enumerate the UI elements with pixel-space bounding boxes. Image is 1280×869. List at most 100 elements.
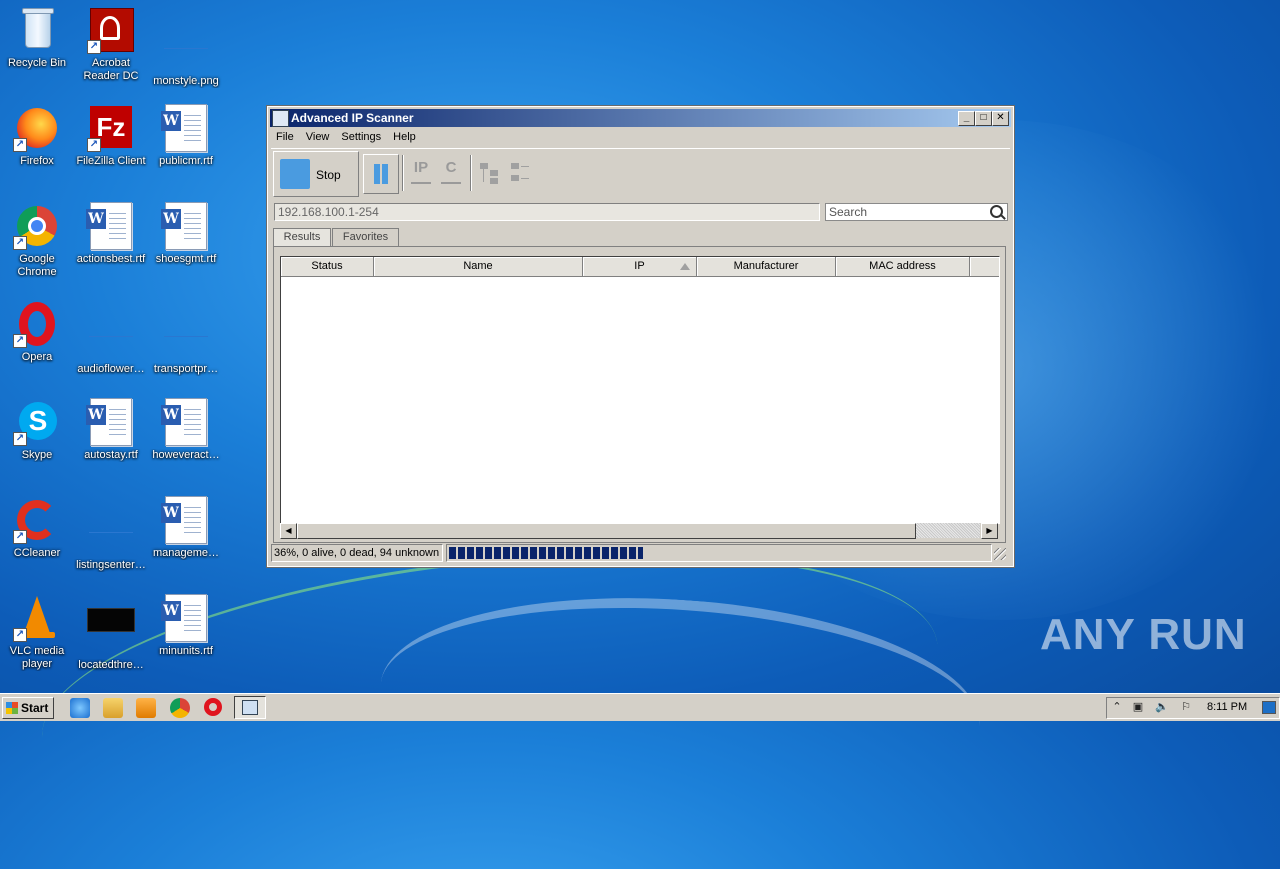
action-center-flag-icon[interactable]: ⚐ bbox=[1179, 701, 1193, 713]
desktop-icon-label: howeveract… bbox=[152, 449, 220, 461]
shortcut-arrow-icon: ↗ bbox=[87, 40, 101, 54]
stop-button-label: Stop bbox=[316, 168, 341, 182]
start-button[interactable]: Start bbox=[2, 697, 54, 719]
menu-help[interactable]: Help bbox=[387, 129, 422, 143]
menu-settings[interactable]: Settings bbox=[335, 129, 387, 143]
desktop-icon-listingsenter[interactable]: listingsenter… bbox=[74, 496, 148, 572]
desktop-icon-shoesgmt[interactable]: W shoesgmt.rtf bbox=[149, 202, 223, 266]
start-label: Start bbox=[21, 701, 49, 715]
desktop-icon-recycle-bin[interactable]: Recycle Bin bbox=[0, 6, 74, 70]
pause-button[interactable] bbox=[363, 154, 399, 194]
desktop-icon-label: Skype bbox=[21, 449, 53, 461]
column-header-status[interactable]: Status bbox=[281, 257, 374, 277]
collapse-all-icon[interactable] bbox=[509, 161, 531, 185]
desktop-icon-firefox[interactable]: ↗ Firefox bbox=[0, 104, 74, 168]
toolbar-separator bbox=[402, 155, 403, 191]
desktop-icon-minunits[interactable]: W minunits.rtf bbox=[149, 594, 223, 658]
word-document-icon: W bbox=[161, 594, 210, 642]
close-button[interactable]: ✕ bbox=[992, 111, 1009, 126]
scroll-left-icon[interactable]: ◀ bbox=[280, 523, 297, 539]
desktop-icon-transportpr[interactable]: transportpr… bbox=[149, 300, 223, 376]
system-tray: ⌃ ▣ 🔈 ⚐ 8:11 PM bbox=[1106, 697, 1280, 719]
horizontal-scrollbar[interactable]: ◀ ▶ bbox=[280, 523, 998, 539]
word-document-icon: W bbox=[161, 398, 210, 446]
desktop-icon-ccleaner[interactable]: ↗ CCleaner bbox=[0, 496, 74, 560]
word-document-icon: W bbox=[86, 398, 135, 446]
column-header-ip-label: IP bbox=[634, 260, 645, 272]
c-icon: C bbox=[445, 159, 457, 176]
maximize-button[interactable]: □ bbox=[975, 111, 992, 126]
vlc-cone-icon: ↗ bbox=[13, 594, 61, 642]
shortcut-arrow-icon: ↗ bbox=[13, 628, 27, 642]
scrollbar-thumb[interactable] bbox=[297, 523, 916, 539]
desktop-icon-autostay[interactable]: W autostay.rtf bbox=[74, 398, 148, 462]
menu-view[interactable]: View bbox=[300, 129, 336, 143]
tab-favorites[interactable]: Favorites bbox=[332, 228, 399, 247]
firefox-icon: ↗ bbox=[13, 104, 61, 152]
image-file-icon bbox=[162, 24, 210, 72]
opera-taskbar-icon[interactable] bbox=[204, 698, 222, 716]
toolbar: Stop IP C bbox=[271, 148, 1010, 199]
desktop-icon-label: publicmr.rtf bbox=[159, 155, 213, 167]
desktop-icon-audioflower[interactable]: audioflower… bbox=[74, 300, 148, 376]
media-player-icon[interactable] bbox=[136, 698, 156, 718]
desktop-icon-manageme[interactable]: W manageme… bbox=[149, 496, 223, 560]
desktop-icon-filezilla[interactable]: Fz ↗ FileZilla Client bbox=[74, 104, 148, 168]
status-bar: 36%, 0 alive, 0 dead, 94 unknown bbox=[271, 544, 1008, 562]
internet-explorer-icon[interactable] bbox=[70, 698, 90, 718]
desktop-icon-label: Recycle Bin bbox=[7, 57, 67, 69]
column-header-ip[interactable]: IP bbox=[583, 257, 697, 277]
taskbar: Start ⌃ ▣ 🔈 ⚐ 8:11 PM bbox=[0, 693, 1280, 721]
search-icon[interactable] bbox=[990, 205, 1003, 218]
desktop-icon-skype[interactable]: S ↗ Skype bbox=[0, 398, 74, 462]
desktop-icon-locatedthre[interactable]: locatedthre… bbox=[74, 594, 148, 672]
search-input[interactable]: Search bbox=[825, 203, 1008, 221]
clock[interactable]: 8:11 PM bbox=[1207, 701, 1247, 713]
desktop-icon-vlc[interactable]: ↗ VLC media player bbox=[0, 594, 74, 671]
menu-file[interactable]: File bbox=[270, 129, 300, 143]
stop-button[interactable]: Stop bbox=[273, 151, 359, 197]
chrome-taskbar-icon[interactable] bbox=[170, 698, 190, 718]
shortcut-arrow-icon: ↗ bbox=[13, 530, 27, 544]
ip-range-input[interactable]: 192.168.100.1-254 bbox=[274, 203, 820, 221]
desktop-icon-acrobat-reader[interactable]: ↗ Acrobat Reader DC bbox=[74, 6, 148, 83]
desktop-icon-google-chrome[interactable]: ↗ Google Chrome bbox=[0, 202, 74, 279]
scroll-right-icon[interactable]: ▶ bbox=[981, 523, 998, 539]
volume-icon[interactable]: 🔈 bbox=[1155, 701, 1169, 713]
file-explorer-icon[interactable] bbox=[103, 698, 123, 718]
tab-results[interactable]: Results bbox=[273, 228, 331, 247]
network-icon[interactable]: ▣ bbox=[1131, 701, 1145, 713]
skype-icon: S ↗ bbox=[13, 398, 61, 446]
desktop-icon-label: manageme… bbox=[152, 547, 220, 559]
column-header-mac-address[interactable]: MAC address bbox=[836, 257, 970, 277]
column-header-overflow[interactable] bbox=[970, 257, 999, 277]
desktop-icon-label: shoesgmt.rtf bbox=[155, 253, 217, 265]
desktop-icon-howeveract[interactable]: W howeveract… bbox=[149, 398, 223, 462]
show-hidden-icons-icon[interactable]: ⌃ bbox=[1110, 701, 1124, 713]
shortcut-arrow-icon: ↗ bbox=[13, 138, 27, 152]
app-icon bbox=[272, 110, 289, 127]
expand-all-icon[interactable] bbox=[478, 161, 500, 185]
taskbar-ip-scanner-button[interactable] bbox=[234, 696, 266, 719]
ccleaner-icon: ↗ bbox=[13, 496, 61, 544]
window-titlebar[interactable]: Advanced IP Scanner _ □ ✕ bbox=[270, 109, 1011, 127]
scrollbar-track[interactable] bbox=[916, 523, 980, 538]
desktop-icon-publicmr[interactable]: W publicmr.rtf bbox=[149, 104, 223, 168]
desktop-icon-actionsbest[interactable]: W actionsbest.rtf bbox=[74, 202, 148, 266]
desktop-icon-label: audioflower… bbox=[77, 363, 145, 375]
results-table[interactable]: Status Name IP Manufacturer MAC address bbox=[280, 256, 1000, 524]
scan-status-text: 36%, 0 alive, 0 dead, 94 unknown bbox=[271, 544, 443, 562]
ip-tool-button[interactable]: IP bbox=[409, 159, 433, 187]
desktop-icon-monstyle[interactable]: monstyle.png bbox=[149, 6, 223, 88]
anyrun-watermark-text: ANY RUN bbox=[1040, 610, 1247, 659]
desktop-icon-opera[interactable]: ↗ Opera bbox=[0, 300, 74, 364]
search-placeholder: Search bbox=[829, 205, 868, 219]
c-tool-button[interactable]: C bbox=[439, 159, 463, 187]
column-header-name[interactable]: Name bbox=[374, 257, 583, 277]
word-document-icon: W bbox=[86, 202, 135, 250]
desktop-icon-label: Acrobat Reader DC bbox=[83, 57, 139, 82]
column-header-manufacturer[interactable]: Manufacturer bbox=[697, 257, 836, 277]
minimize-button[interactable]: _ bbox=[958, 111, 975, 126]
show-desktop-icon[interactable] bbox=[1262, 701, 1276, 714]
resize-grip-icon[interactable] bbox=[994, 548, 1006, 560]
